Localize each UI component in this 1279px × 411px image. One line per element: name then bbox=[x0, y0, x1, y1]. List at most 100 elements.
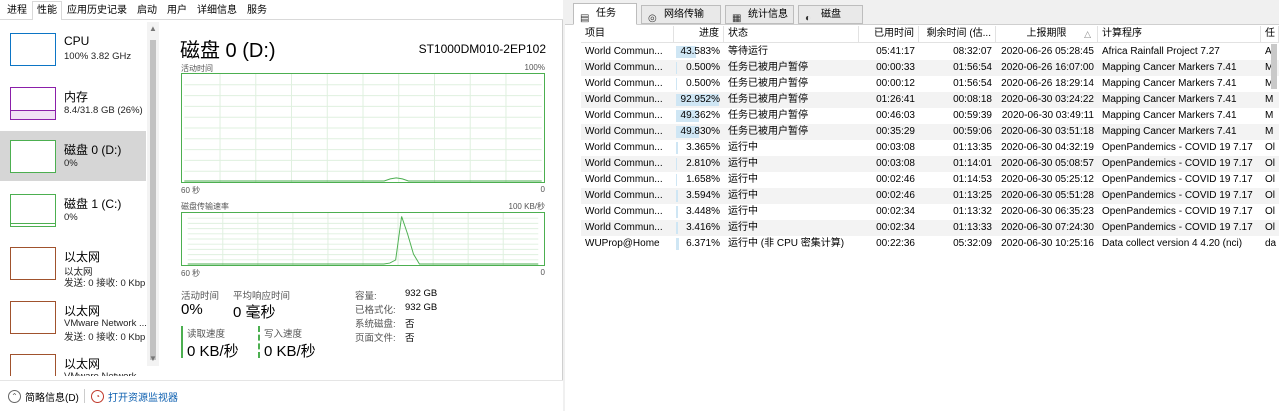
task-row[interactable]: World Commun... 3.594% 运行中 00:02:46 01:13:25… bbox=[581, 188, 1279, 204]
task-cell-remaining: 01:56:54 bbox=[953, 78, 992, 89]
tab-3[interactable]: 启动 bbox=[132, 2, 162, 19]
sidebar-item-2[interactable]: 磁盘 0 (D:) 0% bbox=[0, 131, 146, 181]
sidebar-sparkline bbox=[10, 86, 56, 120]
progress-bar-fill bbox=[676, 238, 679, 250]
sidebar-item-3[interactable]: 磁盘 1 (C:) 0% bbox=[0, 185, 146, 235]
column-header-label: 项目 bbox=[585, 28, 605, 39]
sidebar-item-traffic: 发送: 0 接收: 0 Kbp bbox=[64, 331, 146, 343]
tasks-table-header: 项目 进度 状态 已用时间 剩余时间 (估... 上报期限 △ 计算程序任 bbox=[581, 26, 1279, 43]
column-header-2[interactable]: 状态 bbox=[724, 26, 859, 43]
task-cell-deadline: 2020-06-26 16:07:00 bbox=[1001, 62, 1094, 73]
tab-5[interactable]: 详细信息 bbox=[192, 2, 242, 19]
task-manager-window: 进程 性能 应用历史记录 启动 用户 详细信息 服务 CPU 100% 3.82 GHz 内存 8… bbox=[0, 0, 563, 411]
summary-view-button[interactable]: ⌃ 简略信息(D) bbox=[8, 389, 79, 404]
sidebar-item-subtitle: 100% 3.82 GHz bbox=[64, 51, 132, 62]
sidebar-sparkline bbox=[10, 193, 56, 227]
sidebar-scrollbar[interactable]: ▲ ▼ bbox=[147, 22, 159, 366]
task-row[interactable]: World Commun... 0.500% 任务已被用户暂停 00:00:33 01:… bbox=[581, 60, 1279, 76]
task-cell-app: Mapping Cancer Markers 7.41 bbox=[1102, 94, 1237, 105]
task-cell-project: World Commun... bbox=[585, 126, 663, 137]
tasks-scroll-thumb[interactable] bbox=[1271, 44, 1277, 89]
column-header-5[interactable]: 上报期限 △ bbox=[996, 26, 1098, 43]
task-cell-remaining: 01:13:25 bbox=[953, 190, 992, 201]
progress-text: 3.416% bbox=[686, 222, 720, 233]
sidebar-item-subtitle: 0% bbox=[64, 158, 78, 169]
task-cell-app: OpenPandemics - COVID 19 7.17 bbox=[1102, 222, 1253, 233]
column-header-1[interactable]: 进度 bbox=[674, 26, 724, 43]
open-resource-monitor-link[interactable]: ◔ 打开资源监视器 bbox=[91, 389, 178, 404]
task-cell-elapsed: 00:22:36 bbox=[876, 238, 915, 249]
sidebar-item-1[interactable]: 内存 8.4/31.8 GB (26%) bbox=[0, 78, 146, 128]
summary-view-label: 简略信息(D) bbox=[25, 393, 79, 404]
tasks-table: 项目 进度 状态 已用时间 剩余时间 (估... 上报期限 △ 计算程序任 World Com… bbox=[581, 26, 1279, 411]
scroll-up-icon[interactable]: ▲ bbox=[149, 24, 157, 34]
task-row[interactable]: World Commun... 92.952% 任务已被用户暂停 01:26:41 00… bbox=[581, 92, 1279, 108]
rate-graph-max: 100 KB/秒 bbox=[508, 202, 545, 211]
disk-prop-value: 否 bbox=[405, 319, 415, 330]
task-row[interactable]: World Commun... 0.500% 任务已被用户暂停 00:00:12 01:… bbox=[581, 76, 1279, 92]
task-row[interactable]: World Commun... 49.362% 任务已被用户暂停 00:46:03 00… bbox=[581, 108, 1279, 124]
task-row[interactable]: World Commun... 3.365% 运行中 00:03:08 01:13:35… bbox=[581, 140, 1279, 156]
sidebar-item-subtitle: 8.4/31.8 GB (26%) bbox=[64, 104, 143, 116]
sidebar-item-0[interactable]: CPU 100% 3.82 GHz bbox=[0, 24, 146, 74]
task-cell-project: World Commun... bbox=[585, 174, 663, 185]
sidebar-item-title: 以太网 bbox=[64, 250, 101, 264]
task-cell-app: OpenPandemics - COVID 19 7.17 bbox=[1102, 158, 1253, 169]
tasks-table-scrollbar[interactable] bbox=[1269, 26, 1279, 411]
boinc-tab-3[interactable]: ◐ 磁盘 bbox=[798, 5, 863, 24]
tab-6[interactable]: 服务 bbox=[242, 2, 272, 19]
task-row[interactable]: World Commun... 43.583% 等待运行 05:41:17 08:32:… bbox=[581, 44, 1279, 60]
task-cell-app: OpenPandemics - COVID 19 7.17 bbox=[1102, 206, 1253, 217]
column-header-label: 已用时间 bbox=[874, 28, 914, 39]
scroll-down-icon[interactable]: ▼ bbox=[149, 354, 157, 364]
task-cell-status: 运行中 bbox=[728, 158, 758, 169]
task-cell-project: World Commun... bbox=[585, 46, 663, 57]
column-header-label: 计算程序 bbox=[1102, 28, 1142, 39]
column-header-label: 进度 bbox=[699, 28, 719, 39]
task-cell-deadline: 2020-06-30 03:24:22 bbox=[1001, 94, 1094, 105]
boinc-tab-1[interactable]: ◎ 网络传输 bbox=[641, 5, 721, 24]
task-cell-app: Mapping Cancer Markers 7.41 bbox=[1102, 78, 1237, 89]
task-cell-app: Data collect version 4 4.20 (nci) bbox=[1102, 238, 1243, 249]
task-row[interactable]: World Commun... 1.658% 运行中 00:02:46 01:14:53… bbox=[581, 172, 1279, 188]
sidebar-item-title: 以太网 bbox=[64, 357, 101, 371]
column-header-4[interactable]: 剩余时间 (估... bbox=[919, 26, 996, 43]
performance-sidebar: CPU 100% 3.82 GHz 内存 8.4/31.8 GB (26%) 磁盘 0 … bbox=[0, 22, 160, 376]
boinc-tab-2[interactable]: ▦ 统计信息 bbox=[725, 5, 794, 24]
tab-0[interactable]: 进程 bbox=[2, 2, 32, 19]
task-cell-app: OpenPandemics - COVID 19 7.17 bbox=[1102, 142, 1253, 153]
task-cell-deadline: 2020-06-26 18:29:14 bbox=[1001, 78, 1094, 89]
progress-text: 0.500% bbox=[686, 62, 720, 73]
tab-1[interactable]: 性能 bbox=[32, 1, 62, 20]
sidebar-item-subtitle: VMware Network ... bbox=[64, 371, 147, 376]
task-row[interactable]: World Commun... 2.810% 运行中 00:03:08 01:14:01… bbox=[581, 156, 1279, 172]
progress-bar-fill bbox=[676, 158, 678, 170]
task-row[interactable]: World Commun... 49.830% 任务已被用户暂停 00:35:29 00… bbox=[581, 124, 1279, 140]
progress-text: 2.810% bbox=[686, 158, 720, 169]
task-cell-remaining: 08:32:07 bbox=[953, 46, 992, 57]
task-row[interactable]: WUProp@Home 6.371% 运行中 (非 CPU 密集计算) 00:22:3… bbox=[581, 236, 1279, 252]
column-header-3[interactable]: 已用时间 bbox=[859, 26, 919, 43]
task-cell-elapsed: 00:03:08 bbox=[876, 158, 915, 169]
task-cell-deadline: 2020-06-26 05:28:45 bbox=[1001, 46, 1094, 57]
sidebar-item-title: 内存 bbox=[64, 89, 89, 104]
sidebar-item-4[interactable]: 以太网 以太网 发送: 0 接收: 0 Kbp bbox=[0, 238, 146, 289]
task-row[interactable]: World Commun... 3.448% 运行中 00:02:34 01:13:32… bbox=[581, 204, 1279, 220]
tab-4[interactable]: 用户 bbox=[162, 2, 192, 19]
boinc-tab-0[interactable]: ▤ 任务 bbox=[573, 3, 637, 25]
sidebar-item-6[interactable]: 以太网VMware Network ...发送: 0 接收: 0 Kbp bbox=[0, 345, 147, 376]
column-header-label: 上报期限 bbox=[1026, 28, 1067, 39]
progress-text: 49.830% bbox=[680, 126, 720, 137]
task-cell-app: Africa Rainfall Project 7.27 bbox=[1102, 46, 1220, 57]
task-row[interactable]: World Commun... 3.416% 运行中 00:02:34 01:13:33… bbox=[581, 220, 1279, 236]
active-time-label: 活动时间 bbox=[181, 291, 220, 302]
activity-time-graph bbox=[181, 73, 545, 183]
column-header-0[interactable]: 项目 bbox=[581, 26, 674, 43]
task-cell-remaining: 01:56:54 bbox=[953, 62, 992, 73]
sidebar-scroll-thumb[interactable] bbox=[150, 40, 156, 360]
sidebar-item-5[interactable]: 以太网 VMware Network ... 发送: 0 接收: 0 Kbp bbox=[0, 292, 147, 343]
task-cell-project: World Commun... bbox=[585, 62, 663, 73]
column-header-6[interactable]: 计算程序 bbox=[1098, 26, 1261, 43]
tab-2[interactable]: 应用历史记录 bbox=[62, 2, 132, 19]
task-cell-status: 运行中 (非 CPU 密集计算) bbox=[728, 238, 845, 249]
